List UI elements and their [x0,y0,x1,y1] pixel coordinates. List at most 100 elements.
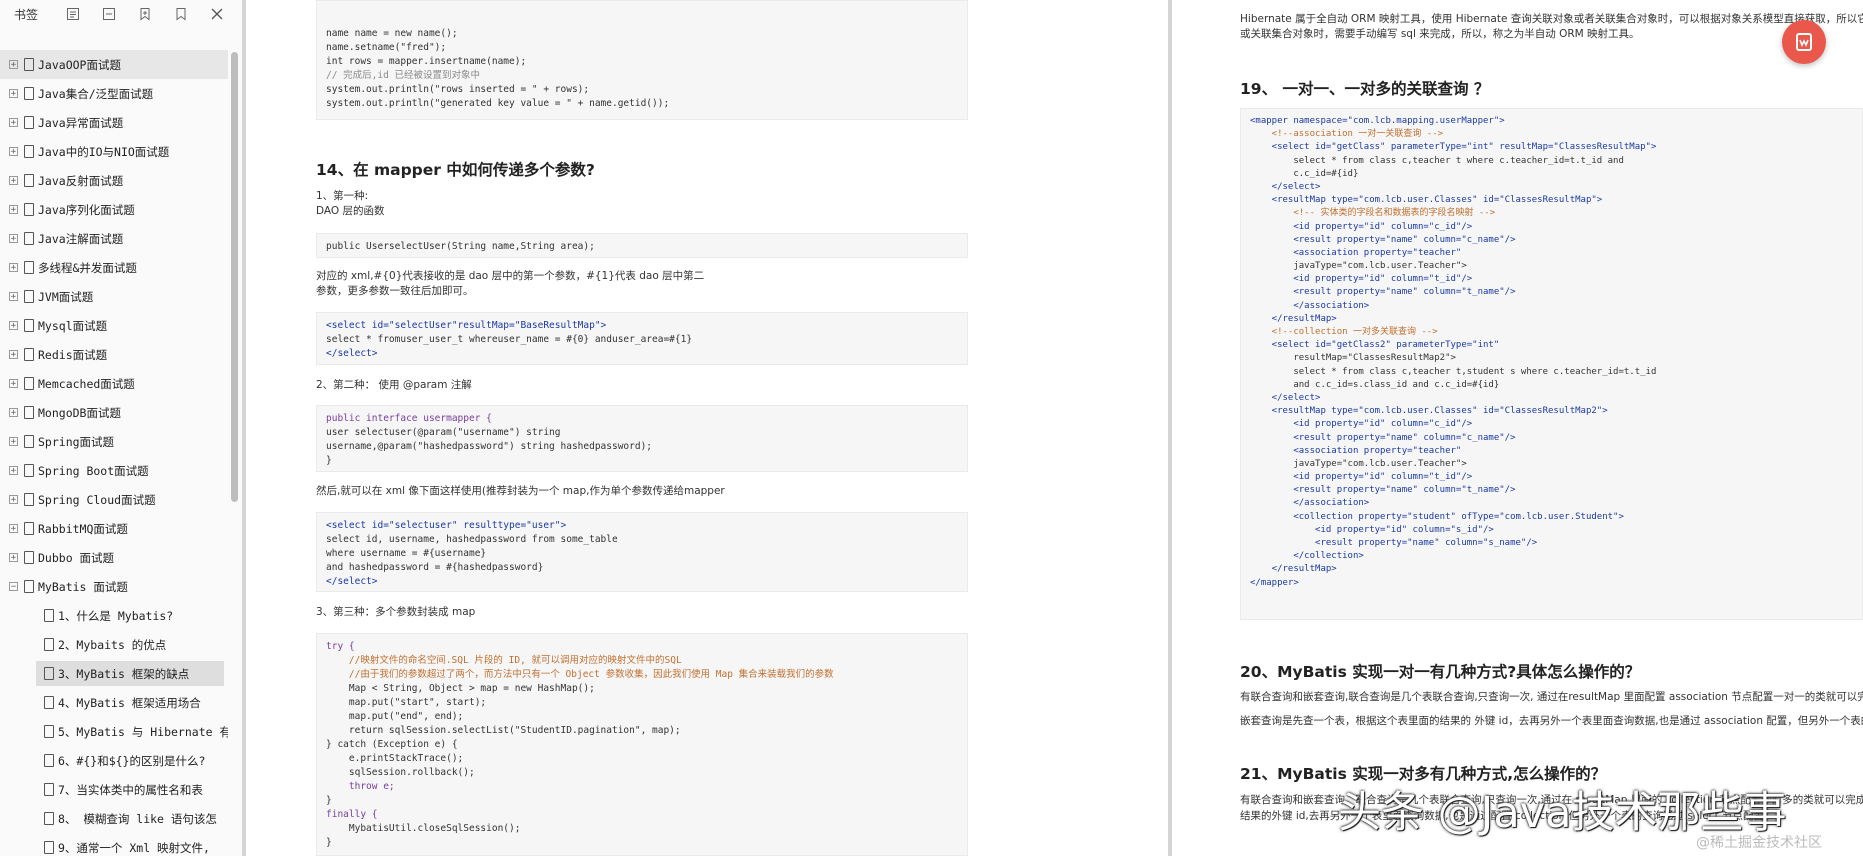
floating-action-button[interactable] [1782,20,1826,64]
code-line: public UserselectUser(String name,String… [326,241,595,252]
code-line: <result property="name" column="t_name"/… [1250,485,1516,496]
bookmark-item[interactable]: + Redis面试题 [0,340,228,369]
bookmark-child-item[interactable]: 9、通常一个 Xml 映射文件, [0,833,228,856]
bookmark-item[interactable]: + Java集合/泛型面试题 [0,79,228,108]
code-block-mapper: <mapper namespace="com.lcb.mapping.userM… [1240,108,1863,620]
code-line: <result property="name" column="c_name"/… [1250,234,1516,245]
expand-toggle-icon[interactable]: + [9,379,18,389]
expand-toggle-icon[interactable]: + [9,176,18,186]
bookmark-label: JVM面试题 [38,289,94,304]
code-line: where username = #{username} [326,548,487,559]
section-heading-19: 19、 一对一、一对多的关联查询 ？ [1240,80,1490,98]
bookmark-item[interactable]: + Java序列化面试题 [0,195,228,224]
code-line: } catch (Exception e) { [326,739,458,750]
expand-toggle-icon[interactable]: + [9,89,18,99]
bookmark-item[interactable]: − MyBatis 面试题 [0,572,228,601]
code-block-insert: name name = new name(); name.setname("fr… [316,0,968,120]
code-line: try { [326,641,355,652]
bookmark-item[interactable]: + JVM面试题 [0,282,228,311]
bookmark-item[interactable]: + JavaOOP面试题 [0,50,228,79]
bookmark-label: 6、#{}和${}的区别是什么? [58,753,206,768]
bookmark-label: JavaOOP面试题 [38,57,121,72]
bookmark-label: 4、MyBatis 框架适用场合 [58,695,201,710]
bookmark-child-item[interactable]: 3、MyBatis 框架的缺点 [0,659,228,688]
code-line: user selectuser(@param("username") strin… [326,427,561,438]
bookmark-child-item[interactable]: 4、MyBatis 框架适用场合 [0,688,228,717]
expand-toggle-icon[interactable]: + [9,321,18,331]
expand-toggle-icon[interactable]: + [9,234,18,244]
bookmark-item[interactable]: + RabbitMQ面试题 [0,514,228,543]
bookmark-item[interactable]: + 多线程&并发面试题 [0,253,228,282]
expand-toggle-icon[interactable]: + [9,408,18,418]
code-line: resultMap="ClassesResultMap2"> [1250,353,1456,364]
expand-toggle-icon[interactable]: + [9,495,18,505]
code-line: <select id="getClass" parameterType="int… [1250,142,1657,153]
section-heading-20: 20、MyBatis 实现一对一有几种方式?具体怎么操作的？ [1240,663,1641,681]
paragraph: 参数，更多参数一致往后加即可。 [316,285,474,297]
bookmark-item[interactable]: + Spring Cloud面试题 [0,485,228,514]
bookmark-item[interactable]: + Java中的IO与NIO面试题 [0,137,228,166]
bookmark-child-item[interactable]: 2、Mybaits 的优点 [0,630,228,659]
expand-toggle-icon[interactable]: + [9,292,18,302]
expand-all-button[interactable] [56,3,90,25]
bookmark-item[interactable]: + Java反射面试题 [0,166,228,195]
expand-toggle-icon[interactable]: + [9,350,18,360]
collapse-all-button[interactable] [92,3,126,25]
expand-toggle-icon[interactable]: − [9,582,18,592]
code-line: </resultMap> [1250,564,1337,575]
watermark-main: 头条 @Java技术那些事 [1338,788,1787,838]
bookmark-list: + JavaOOP面试题 + Java集合/泛型面试题 + Java异常面试题 + Java中… [0,50,228,856]
code-line: MybatisUtil.closeSqlSession(); [326,823,521,834]
code-line: </mapper> [1250,577,1299,588]
bookmark-label: Java异常面试题 [38,115,124,130]
bookmark-child-item[interactable]: 8、 模糊查询 like 语句该怎 [0,804,228,833]
bookmark-item[interactable]: + Memcached面试题 [0,369,228,398]
code-line: </association> [1250,498,1370,509]
code-line: </resultMap> [1250,313,1337,324]
bookmark-icon [44,638,54,651]
bookmark-child-item[interactable]: 1、什么是 Mybatis? [0,601,228,630]
bookmark-label: MyBatis 面试题 [38,579,128,594]
bookmark-item[interactable]: + Java注解面试题 [0,224,228,253]
code-line: <id property="id" column="c_id"/> [1250,419,1473,430]
code-line: <result property="name" column="c_name"/… [1250,432,1516,443]
bookmark-child-item[interactable]: 6、#{}和${}的区别是什么? [0,746,228,775]
code-line: finally { [326,809,378,820]
paragraph: DAO 层的函数 [316,205,385,217]
expand-toggle-icon[interactable]: + [9,437,18,447]
expand-toggle-icon[interactable]: + [9,524,18,534]
sidebar-header: 书签 [0,0,242,28]
bookmark-label: 8、 模糊查询 like 语句该怎 [58,811,217,826]
expand-toggle-icon[interactable]: + [9,147,18,157]
bookmark-child-item[interactable]: 5、MyBatis 与 Hibernate 有 [0,717,228,746]
expand-toggle-icon[interactable]: + [9,118,18,128]
expand-toggle-icon[interactable]: + [9,263,18,273]
expand-toggle-icon[interactable]: + [9,466,18,476]
bookmark-icon [24,406,34,419]
expand-toggle-icon[interactable]: + [9,553,18,563]
bookmark-item[interactable]: + Spring Boot面试题 [0,456,228,485]
add-bookmark-icon [140,8,150,21]
bookmark-label: Spring Cloud面试题 [38,492,156,507]
bookmark-item[interactable]: + MongoDB面试题 [0,398,228,427]
bookmark-label: Spring Boot面试题 [38,463,149,478]
bookmark-label: Java序列化面试题 [38,202,135,217]
bookmark-child-item[interactable]: 7、当实体类中的属性名和表 [0,775,228,804]
code-line: e.printStackTrace(); [326,753,464,764]
code-line: } [326,455,332,466]
code-line: </select> [1250,181,1321,192]
sidebar-scrollbar[interactable] [231,52,238,502]
expand-toggle-icon[interactable]: + [9,205,18,215]
bookmark-item[interactable]: + Mysql面试题 [0,311,228,340]
bookmark-item[interactable]: + Dubbo 面试题 [0,543,228,572]
close-sidebar-button[interactable] [200,3,234,25]
code-block-select1: <select id="selectUser"resultMap="BaseRe… [316,312,968,365]
bookmark-button[interactable] [164,3,198,25]
bookmark-icon [24,493,34,506]
add-bookmark-button[interactable] [128,3,162,25]
bookmark-item[interactable]: + Java异常面试题 [0,108,228,137]
code-line: throw e; [326,781,395,792]
bookmark-icon [44,754,54,767]
expand-toggle-icon[interactable]: + [9,60,18,70]
bookmark-item[interactable]: + Spring面试题 [0,427,228,456]
